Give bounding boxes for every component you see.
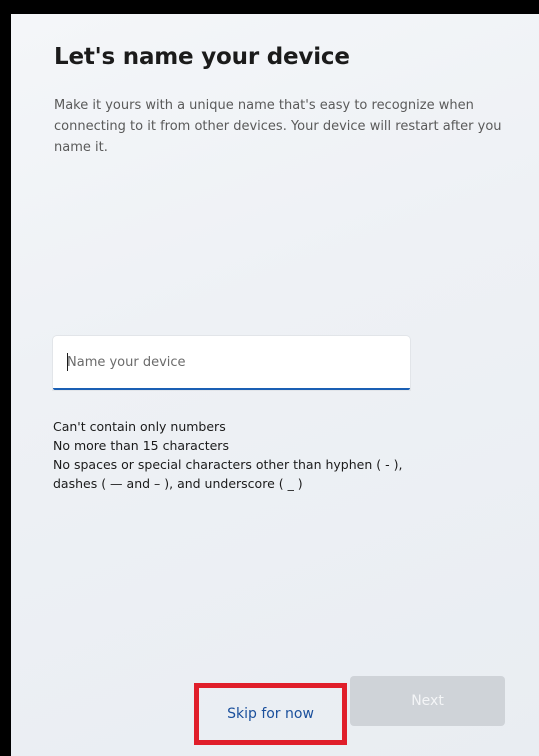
rule-item: dashes ( — and – ), and underscore ( _ ) [53,476,303,491]
naming-rules: Can't contain only numbers No more than … [53,417,523,493]
text-cursor [67,353,68,371]
setup-panel: Let's name your device Make it yours wit… [11,14,539,756]
skip-for-now-button[interactable]: Skip for now [207,695,334,733]
skip-highlight-box: Skip for now [194,683,347,745]
next-button[interactable]: Next [350,676,505,726]
window-frame: Let's name your device Make it yours wit… [0,0,539,756]
page-description: Make it yours with a unique name that's … [54,98,502,155]
rule-item: No more than 15 characters [53,438,229,453]
rule-item: Can't contain only numbers [53,419,226,434]
page-title: Let's name your device [54,44,350,70]
rule-item: No spaces or special characters other th… [53,457,403,472]
device-name-input[interactable] [53,336,410,388]
device-name-field[interactable] [53,336,410,390]
